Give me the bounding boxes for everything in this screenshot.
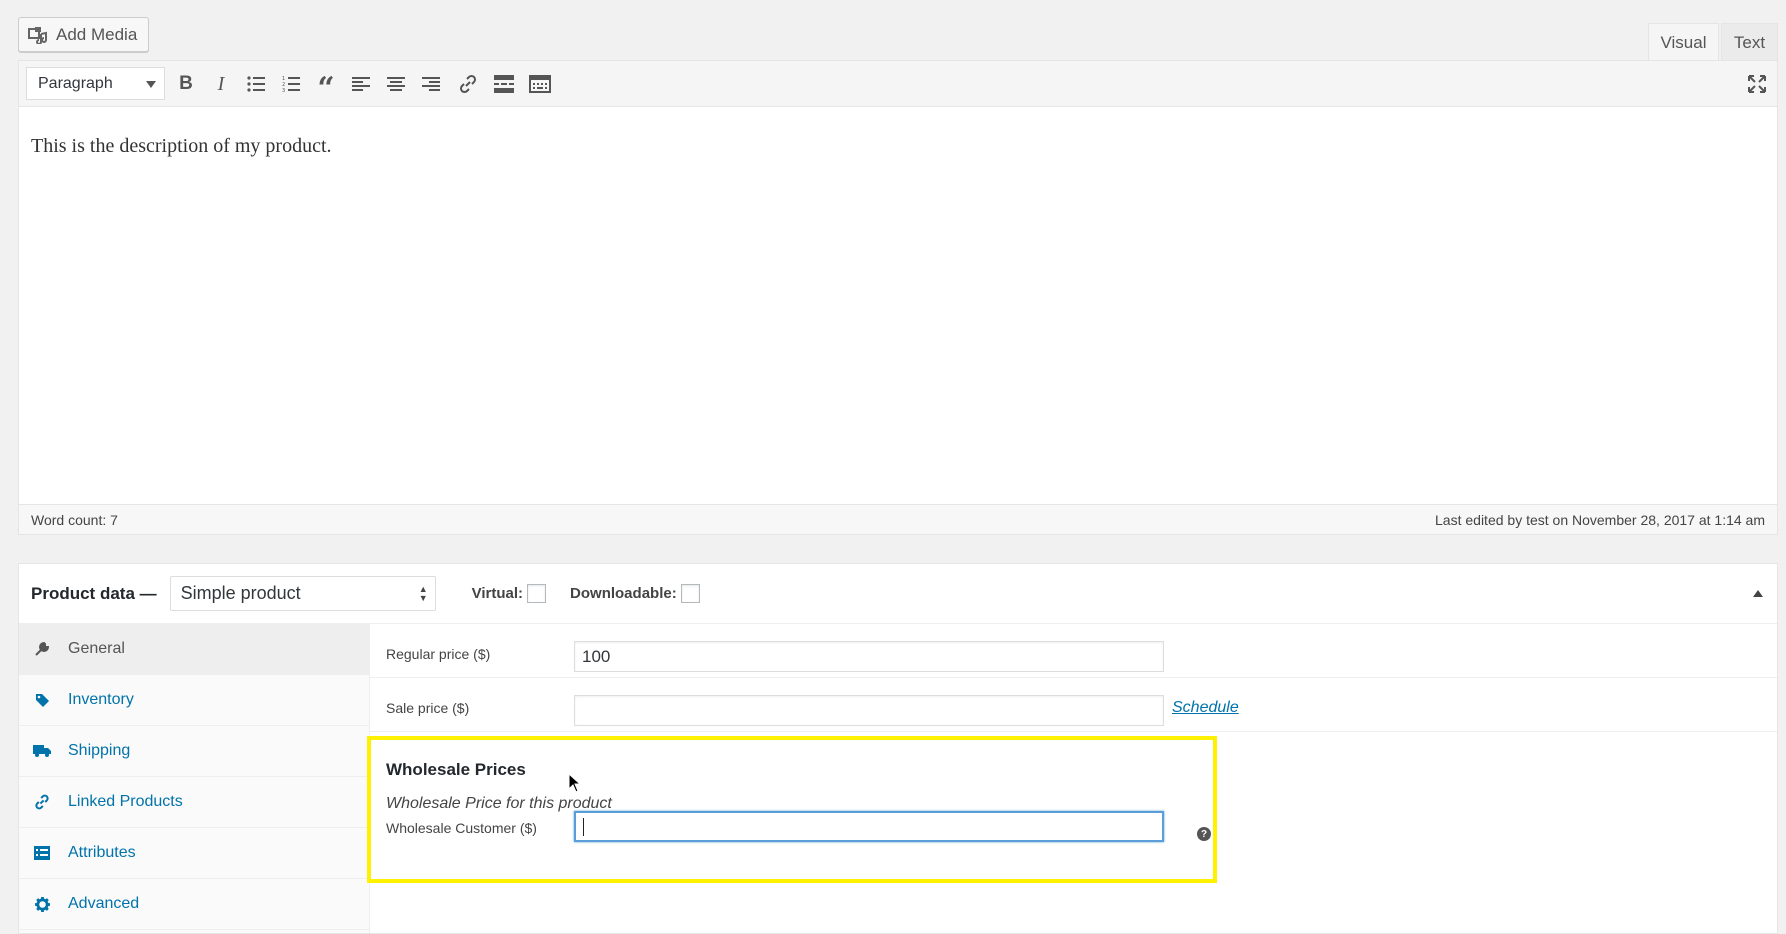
tab-text[interactable]: Text	[1721, 23, 1778, 61]
downloadable-label: Downloadable:	[570, 585, 677, 602]
highlight-box	[367, 736, 1217, 883]
bulleted-list-icon	[247, 76, 265, 92]
tab-linked-products[interactable]: Linked Products	[19, 777, 369, 828]
link-icon	[31, 794, 53, 810]
svg-text:3: 3	[282, 88, 285, 93]
sale-price-input[interactable]	[574, 695, 1164, 726]
tab-attributes-label: Attributes	[68, 844, 136, 861]
select-arrows-icon: ▲ ▼	[418, 584, 428, 603]
mouse-cursor-icon	[568, 773, 582, 793]
align-center-button[interactable]	[381, 70, 411, 98]
numbered-list-button[interactable]: 123	[276, 70, 306, 98]
product-data-tabs: General Inventory Shipping Linked Produc…	[19, 624, 370, 933]
bold-icon: B	[179, 73, 193, 94]
tab-general-label: General	[68, 640, 125, 657]
tab-linked-products-label: Linked Products	[68, 793, 183, 810]
editor-paragraph: This is the description of my product.	[31, 135, 332, 157]
read-more-button[interactable]	[489, 70, 519, 98]
toolbar-toggle-button[interactable]	[525, 70, 555, 98]
toolbar-toggle-icon	[529, 75, 551, 93]
editor-toolbar: Paragraph B I 123 “	[19, 61, 1777, 107]
tab-inventory[interactable]: Inventory	[19, 675, 369, 726]
virtual-label: Virtual:	[471, 585, 524, 602]
read-more-icon	[494, 75, 514, 93]
tab-general[interactable]: General	[19, 624, 369, 675]
product-type-select[interactable]: Simple product ▲ ▼	[169, 576, 436, 611]
downloadable-checkbox[interactable]	[680, 584, 700, 603]
tab-shipping[interactable]: Shipping	[19, 726, 369, 777]
italic-icon: I	[217, 72, 225, 95]
format-select-value: Paragraph	[38, 74, 113, 92]
tag-icon	[31, 693, 53, 708]
truck-icon	[31, 744, 53, 758]
downloadable-option: Downloadable:	[570, 584, 700, 603]
align-right-button[interactable]	[416, 70, 446, 98]
align-right-icon	[422, 77, 440, 91]
schedule-link[interactable]: Schedule	[1172, 699, 1239, 717]
regular-price-row: Regular price ($) 100	[370, 624, 1777, 678]
bold-button[interactable]: B	[171, 70, 201, 98]
bulleted-list-button[interactable]	[241, 70, 271, 98]
fullscreen-button[interactable]	[1742, 70, 1772, 98]
blockquote-icon: “	[317, 71, 335, 106]
content-editor: Paragraph B I 123 “ This is the descript…	[18, 60, 1778, 535]
link-button[interactable]	[453, 70, 483, 98]
sale-price-label: Sale price ($)	[386, 700, 470, 716]
tab-attributes[interactable]: Attributes	[19, 828, 369, 879]
add-media-label: Add Media	[56, 24, 138, 44]
product-type-value: Simple product	[180, 583, 301, 603]
list-icon	[31, 846, 53, 860]
wrench-icon	[31, 642, 53, 656]
product-data-header: Product data — Simple product ▲ ▼ Virtual…	[19, 564, 1777, 624]
align-center-icon	[387, 77, 405, 91]
add-media-icon	[28, 26, 47, 44]
editor-status-bar: Word count: 7 Last edited by test on Nov…	[19, 504, 1777, 534]
chevron-down-icon	[146, 81, 156, 88]
tab-shipping-label: Shipping	[68, 742, 131, 759]
regular-price-label: Regular price ($)	[386, 646, 491, 662]
tab-advanced[interactable]: Advanced	[19, 879, 369, 930]
add-media-button[interactable]: Add Media	[18, 17, 149, 52]
collapse-toggle-icon[interactable]	[1753, 590, 1763, 597]
last-edited: Last edited by test on November 28, 2017…	[1435, 511, 1765, 528]
sale-price-row: Sale price ($) Schedule	[370, 678, 1777, 732]
blockquote-button[interactable]: “	[311, 70, 341, 104]
tab-inventory-label: Inventory	[68, 691, 134, 708]
numbered-list-icon: 123	[282, 76, 300, 93]
italic-button[interactable]: I	[206, 70, 236, 98]
regular-price-input[interactable]: 100	[574, 641, 1164, 672]
fullscreen-icon	[1748, 75, 1766, 93]
word-count: Word count: 7	[31, 511, 118, 528]
gear-icon	[31, 896, 53, 912]
format-select[interactable]: Paragraph	[26, 67, 165, 100]
link-icon	[459, 74, 477, 94]
align-left-button[interactable]	[346, 70, 376, 98]
tab-visual[interactable]: Visual	[1648, 23, 1719, 61]
product-data-title: Product data —	[31, 583, 157, 603]
virtual-option: Virtual:	[471, 584, 547, 603]
align-left-icon	[352, 77, 370, 91]
editor-content[interactable]: This is the description of my product.	[19, 107, 1777, 504]
tab-advanced-label: Advanced	[68, 895, 140, 912]
virtual-checkbox[interactable]	[527, 584, 547, 603]
